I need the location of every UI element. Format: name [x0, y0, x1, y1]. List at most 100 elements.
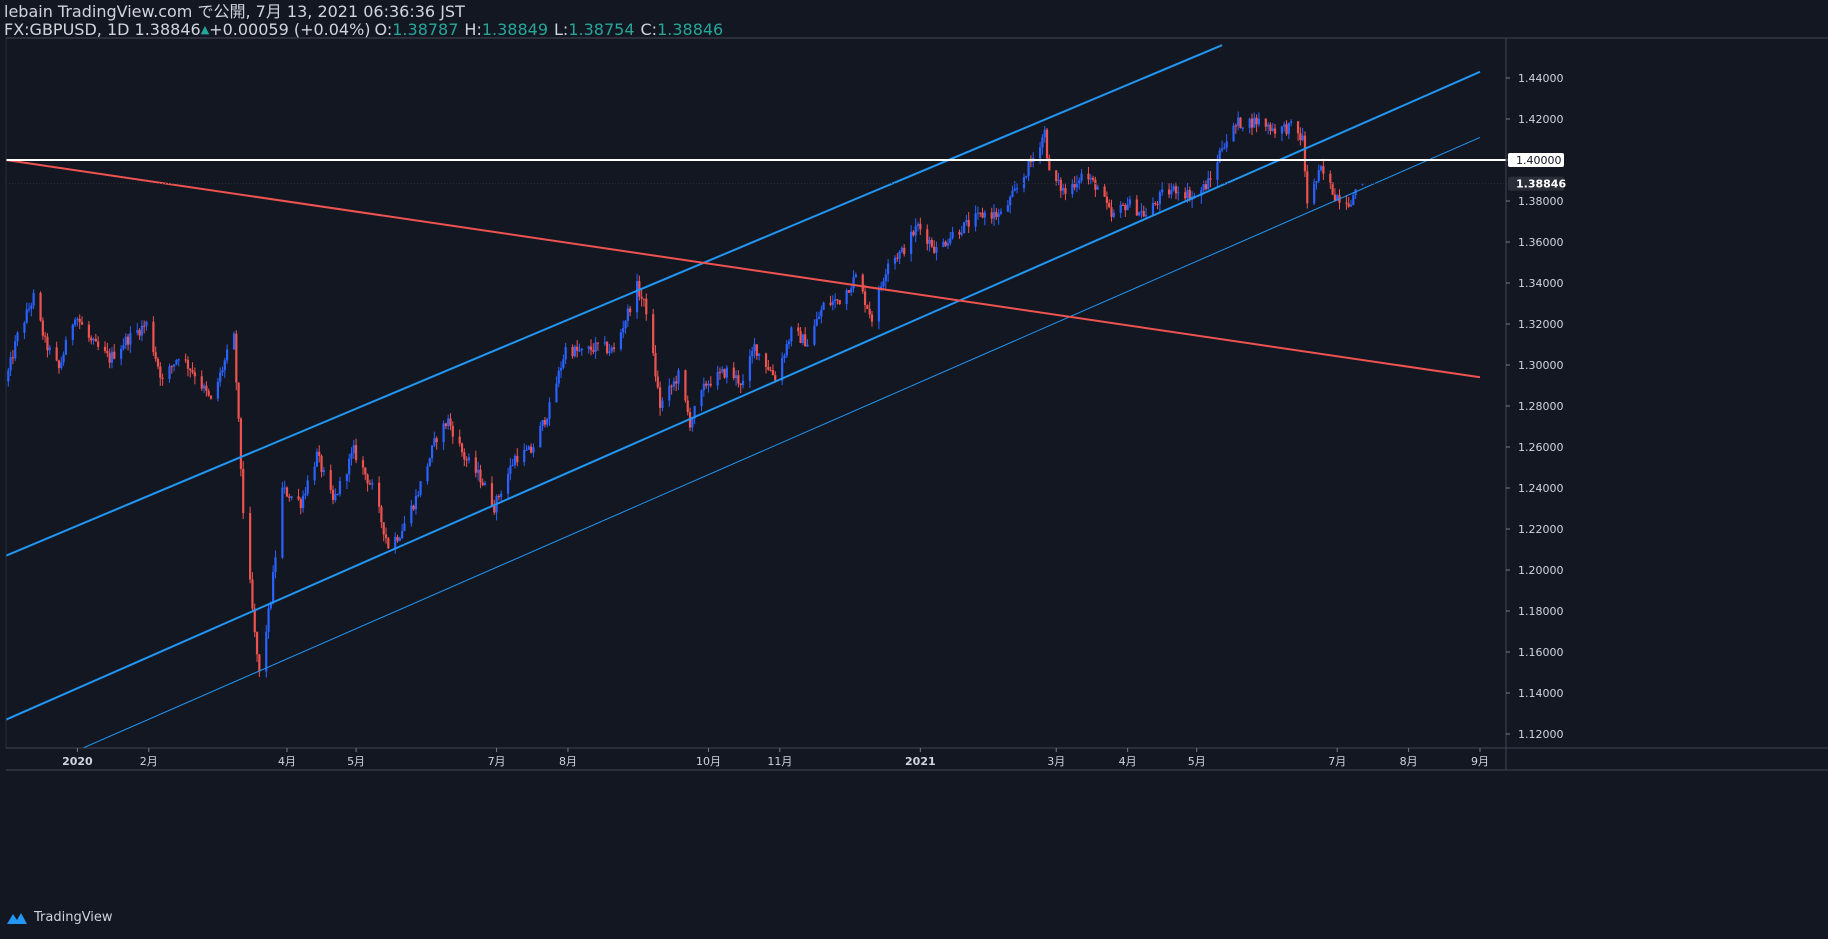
candle [1142, 205, 1145, 218]
candle-body [426, 466, 429, 482]
candle [1135, 195, 1138, 217]
candle-body [283, 487, 286, 489]
candle-body [467, 457, 471, 461]
candle-body [963, 222, 966, 234]
candle [378, 476, 381, 514]
candle [1041, 133, 1044, 155]
candle [97, 336, 100, 351]
candle [1257, 112, 1260, 127]
candle-body [60, 362, 63, 369]
candle [1347, 196, 1350, 208]
candle-body [398, 538, 401, 541]
candle [995, 208, 998, 221]
candle [914, 218, 917, 243]
candle-body [513, 456, 517, 465]
candle-body [1177, 192, 1180, 194]
candle-body [946, 243, 950, 246]
candle-body [336, 493, 339, 495]
candle-body [1313, 182, 1316, 204]
candle-body [1080, 173, 1083, 181]
candle-body [267, 608, 270, 632]
candle [258, 654, 261, 677]
candle-body [345, 474, 348, 481]
candle-body [209, 395, 213, 399]
candle-body [129, 332, 132, 345]
candle [451, 421, 454, 444]
candle [1204, 180, 1208, 191]
candle [449, 413, 452, 431]
candle-body [785, 343, 788, 356]
candle-body [928, 240, 931, 244]
candle-body [992, 211, 996, 219]
candle-body [1006, 205, 1009, 212]
candle [168, 363, 171, 383]
candle [900, 246, 904, 254]
candle-body [1306, 171, 1309, 204]
candle-body [232, 333, 236, 350]
y-tick-label: 1.34000 [1518, 277, 1564, 290]
y-tick-label: 1.24000 [1518, 482, 1564, 495]
candle-body [297, 496, 300, 500]
candle-body [707, 383, 710, 386]
candle-body [834, 299, 837, 302]
candle-body [1112, 212, 1115, 217]
candle-body [691, 418, 694, 428]
candle [281, 481, 284, 560]
candle [126, 334, 130, 351]
candle-body [39, 292, 42, 321]
candle-body [1273, 128, 1277, 134]
candle [490, 476, 494, 508]
candle-body [933, 246, 936, 253]
candle [893, 255, 897, 270]
candle-body [184, 359, 187, 361]
axes-layer: 1.12000 1.14000 1.16000 1.18000 1.20000 1.220… [5, 37, 1828, 771]
candle [124, 333, 127, 349]
candle [624, 320, 627, 334]
candle [854, 272, 857, 278]
candle-body [546, 418, 549, 425]
candle [868, 301, 871, 319]
candle [898, 250, 901, 265]
candle [693, 405, 696, 425]
candle [428, 457, 431, 467]
candle [414, 489, 418, 515]
candle-body [175, 359, 178, 365]
candle-body [845, 290, 848, 305]
candle-body [444, 423, 447, 427]
candle [447, 414, 450, 430]
candle-body [732, 367, 735, 379]
y-tick-label: 1.22000 [1518, 523, 1564, 536]
candle-body [299, 499, 302, 508]
candle [1253, 112, 1256, 128]
candle-body [629, 308, 632, 313]
candle-body [322, 470, 325, 472]
candle-body [354, 445, 358, 461]
candle-body [191, 370, 194, 373]
candle-body [14, 341, 17, 359]
candle [580, 348, 583, 356]
candle [1144, 207, 1148, 219]
candle-body [7, 370, 10, 382]
candle [610, 345, 613, 354]
candle [23, 321, 26, 340]
candle-body [338, 480, 342, 494]
candle [1172, 183, 1175, 192]
candle [465, 456, 468, 468]
candle [113, 344, 116, 360]
candle-body [1062, 188, 1065, 191]
candle [403, 515, 406, 532]
candle [587, 345, 590, 354]
candle-body [1025, 175, 1028, 178]
candle-body [753, 344, 756, 352]
candle-body [806, 344, 809, 347]
candle [1103, 183, 1106, 197]
candle-body [654, 353, 657, 377]
candle-body [1087, 173, 1090, 180]
candle-body [1287, 122, 1290, 134]
candle-body [281, 487, 284, 558]
candle [1013, 180, 1016, 192]
candle [90, 335, 93, 345]
price-chart[interactable]: 1.12000 1.14000 1.16000 1.18000 1.20000 1.220… [0, 0, 1828, 939]
candle-body [1345, 202, 1348, 204]
candle [870, 311, 874, 327]
